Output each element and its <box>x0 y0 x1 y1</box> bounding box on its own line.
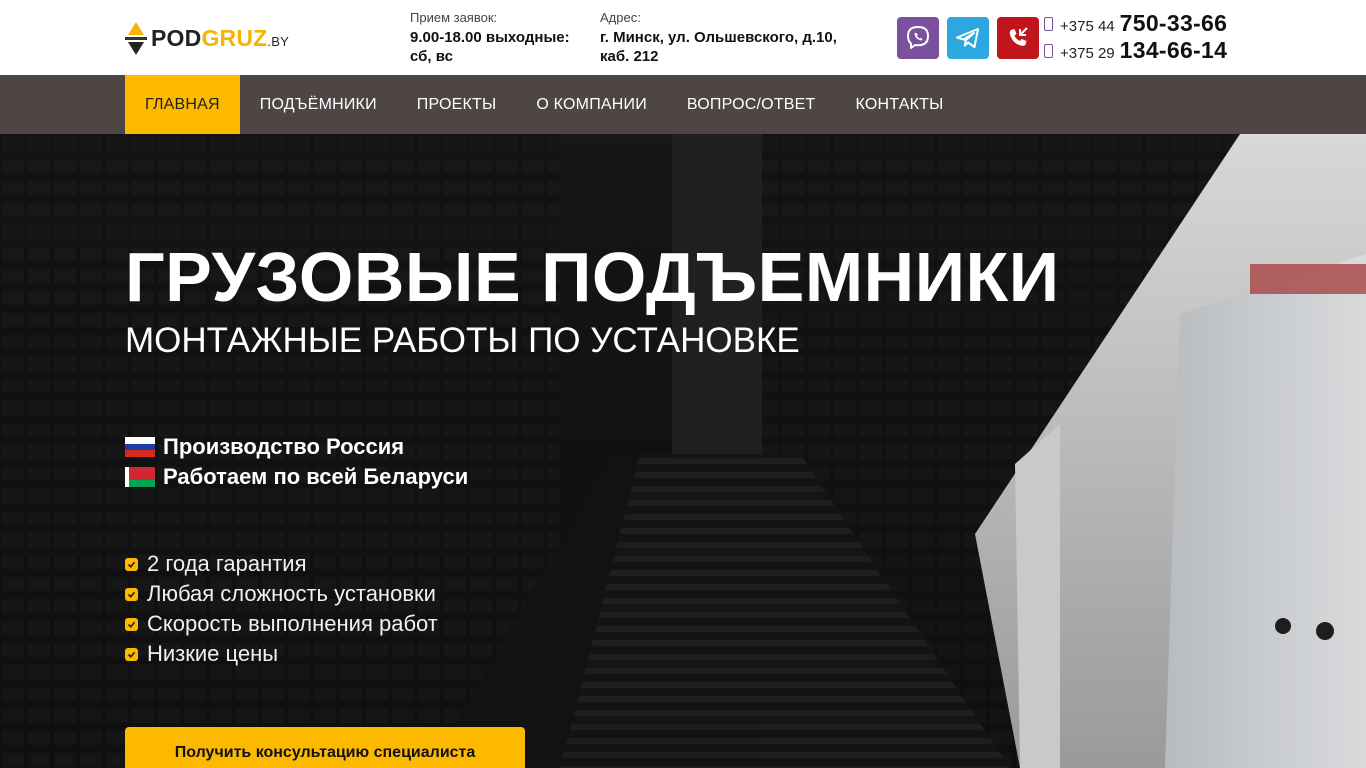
phone-number[interactable]: 134-66-14 <box>1120 37 1228 64</box>
address-value: г. Минск, ул. Ольшевского, д.10, каб. 21… <box>600 29 837 65</box>
viber-button[interactable] <box>897 17 939 59</box>
checkmark-icon <box>125 617 138 631</box>
nav-item-lifts[interactable]: ПОДЪЁМНИКИ <box>240 75 397 134</box>
hero-subtitle: МОНТАЖНЫЕ РАБОТЫ ПО УСТАНОВКЕ <box>125 321 800 360</box>
feature-production: Производство Россия <box>125 432 404 462</box>
viber-icon <box>907 26 929 49</box>
mobile-phone-icon <box>1044 16 1053 31</box>
phone-list: +375 44 750-33-66 +375 29 134-66-14 <box>1044 10 1234 64</box>
benefit-text: Низкие цены <box>147 641 279 666</box>
phone-code: +375 29 <box>1060 45 1115 62</box>
feature-text: Работаем по всей Беларуси <box>163 464 469 489</box>
phone-number[interactable]: 750-33-66 <box>1120 10 1228 37</box>
working-hours: Прием заявок: 9.00-18.00 выходные: сб, в… <box>410 10 590 66</box>
checkmark-icon <box>125 557 138 571</box>
working-hours-value: 9.00-18.00 выходные: сб, вс <box>410 29 570 65</box>
russia-flag-icon <box>125 437 155 458</box>
nav-item-about[interactable]: О КОМПАНИИ <box>516 75 667 134</box>
site-logo[interactable]: PODGRUZ.BY <box>125 20 289 56</box>
benefit-text: 2 года гарантия <box>147 551 307 576</box>
main-nav: ГЛАВНАЯ ПОДЪЁМНИКИ ПРОЕКТЫ О КОМПАНИИ ВО… <box>0 75 1366 134</box>
hero-section: ГРУЗОВЫЕ ПОДЪЕМНИКИ МОНТАЖНЫЕ РАБОТЫ ПО … <box>0 134 1366 768</box>
logo-text: PODGRUZ.BY <box>151 25 289 51</box>
phone-row[interactable]: +375 44 750-33-66 <box>1044 10 1234 37</box>
benefit-item: Любая сложность установки <box>125 579 438 609</box>
nav-item-faq[interactable]: ВОПРОС/ОТВЕТ <box>667 75 836 134</box>
feature-text: Производство Россия <box>163 434 405 459</box>
belarus-flag-icon <box>125 467 155 487</box>
benefit-text: Скорость выполнения работ <box>147 611 438 636</box>
checkmark-icon <box>125 587 138 601</box>
benefit-text: Любая сложность установки <box>147 581 436 606</box>
phone-call-icon <box>1009 27 1028 46</box>
working-hours-label: Прием заявок: <box>410 10 498 25</box>
nav-item-contacts[interactable]: КОНТАКТЫ <box>836 75 964 134</box>
hero-title: ГРУЗОВЫЕ ПОДЪЕМНИКИ <box>125 238 1060 316</box>
address: Адрес: г. Минск, ул. Ольшевского, д.10, … <box>600 10 870 66</box>
site-header: PODGRUZ.BY Прием заявок: 9.00-18.00 выхо… <box>0 0 1366 75</box>
benefits-list: 2 года гарантия Любая сложность установк… <box>125 549 438 669</box>
consultation-button[interactable]: Получить консультацию специалиста <box>125 727 525 768</box>
logo-arrows-icon <box>125 22 147 56</box>
mobile-phone-icon <box>1044 43 1053 58</box>
phone-code: +375 44 <box>1060 18 1115 35</box>
benefit-item: Скорость выполнения работ <box>125 609 438 639</box>
telegram-icon <box>956 28 979 48</box>
phone-row[interactable]: +375 29 134-66-14 <box>1044 37 1234 64</box>
address-label: Адрес: <box>600 10 641 25</box>
checkmark-icon <box>125 647 138 661</box>
call-button[interactable] <box>997 17 1039 59</box>
nav-item-projects[interactable]: ПРОЕКТЫ <box>397 75 517 134</box>
benefit-item: Низкие цены <box>125 639 438 669</box>
feature-coverage: Работаем по всей Беларуси <box>125 462 468 492</box>
telegram-button[interactable] <box>947 17 989 59</box>
benefit-item: 2 года гарантия <box>125 549 438 579</box>
nav-list: ГЛАВНАЯ ПОДЪЁМНИКИ ПРОЕКТЫ О КОМПАНИИ ВО… <box>125 75 963 134</box>
nav-item-home[interactable]: ГЛАВНАЯ <box>125 75 240 134</box>
